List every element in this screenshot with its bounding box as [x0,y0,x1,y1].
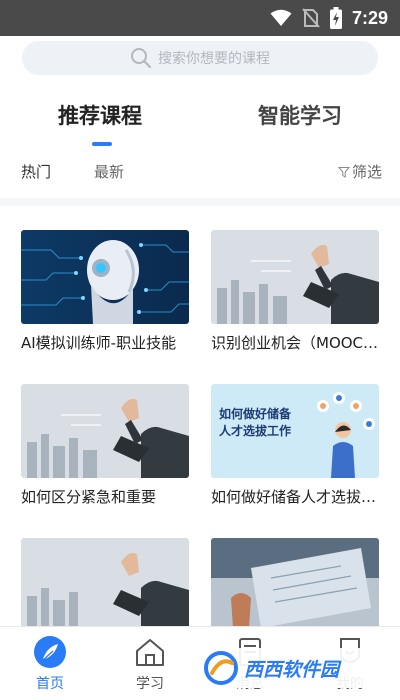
course-thumbnail-business [211,230,379,324]
course-card[interactable]: 如何做好储备 人才选拔工作 如何做好储备人才选拔工作 [211,384,379,507]
nav-label-home: 首页 [36,676,64,692]
course-thumbnail-ai [21,230,189,324]
nav-home[interactable]: 首页 [10,627,90,700]
nav-label-study: 学习 [136,676,164,692]
filter-icon [337,166,350,178]
feather-icon [33,635,67,669]
course-title: 如何做好储备人才选拔工作 [211,488,379,506]
no-sim-icon [302,8,320,28]
section-divider [0,198,400,206]
search-icon [131,48,152,69]
filter-hot[interactable]: 热门 [21,161,51,182]
course-card[interactable]: 识别创业机会（MOOC版） [211,230,379,353]
course-thumbnail-laptop [211,538,379,632]
course-card[interactable]: 如何区分紧急和重要 [21,384,189,507]
battery-charging-icon [329,7,342,29]
status-time: 7:29 [351,7,388,28]
watermark-logo-icon [204,651,238,685]
search-input[interactable]: 搜索你想要的课程 [22,41,378,75]
status-bar: 7:29 [0,0,400,36]
filter-label: 筛选 [351,163,382,181]
tab-smart-learning[interactable]: 智能学习 [258,100,342,130]
course-card[interactable]: AI模拟训练师-职业技能 [21,230,189,353]
watermark-text: 西西软件园 [244,658,340,681]
course-thumbnail-talent: 如何做好储备 人才选拔工作 [211,384,379,478]
nav-study[interactable]: 学习 [110,627,190,700]
tab-recommended[interactable]: 推荐课程 [58,100,142,130]
status-icons: 7:29 [270,0,388,36]
watermark: 西西软件园 [198,648,394,688]
filter-button[interactable]: 筛选 [337,161,382,182]
house-icon [133,635,167,669]
filter-latest[interactable]: 最新 [94,161,124,182]
search-placeholder: 搜索你想要的课程 [158,51,270,67]
course-thumbnail-business [21,384,189,478]
course-title: 识别创业机会（MOOC版） [211,334,379,352]
course-thumbnail-business [21,538,189,632]
tab-indicator [92,142,112,146]
course-card[interactable] [211,538,379,632]
course-card[interactable] [21,538,189,632]
wifi-icon [270,9,292,26]
course-title: 如何区分紧急和重要 [21,488,157,506]
course-title: AI模拟训练师-职业技能 [21,334,177,352]
